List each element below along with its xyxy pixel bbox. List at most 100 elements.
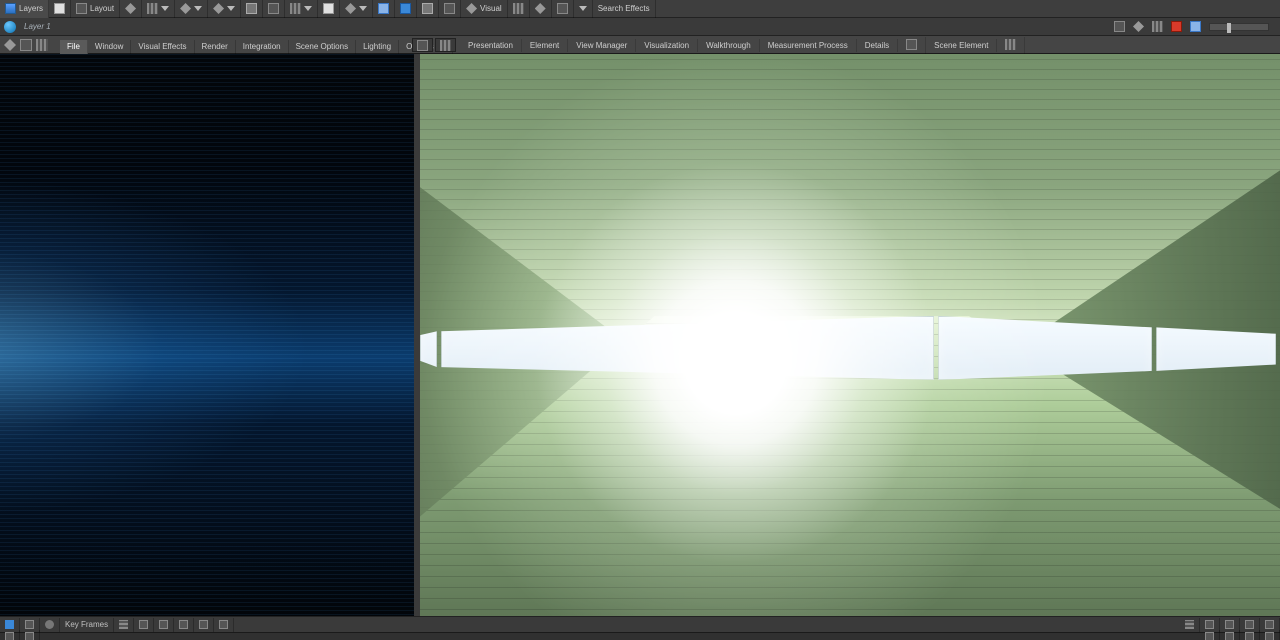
panel-tab-walkthrough[interactable]: Walkthrough: [698, 39, 760, 52]
toolbar-btn-8[interactable]: [263, 0, 285, 18]
box-icon: [1225, 632, 1234, 640]
panel-tab-blank[interactable]: [898, 37, 926, 54]
viewport-left[interactable]: [0, 54, 416, 616]
toolbar-btn-10[interactable]: [318, 0, 340, 18]
viewport-toggle-a[interactable]: [412, 38, 433, 52]
status-btn-8[interactable]: [194, 618, 214, 632]
status2-r2[interactable]: [1240, 630, 1260, 640]
panel-tab-label: Measurement Process: [768, 41, 848, 50]
toolbar-btn-visual[interactable]: Visual: [461, 0, 508, 18]
box-icon: [76, 3, 87, 14]
box-icon: [1225, 620, 1234, 629]
tab-integration[interactable]: Integration: [236, 40, 289, 54]
toolbar-btn-15[interactable]: [439, 0, 461, 18]
page-icon: [323, 3, 334, 14]
chevron-down-icon: [194, 6, 202, 11]
status-btn-4[interactable]: [114, 618, 134, 632]
viewport-toggle-b[interactable]: [435, 38, 456, 52]
toolbar-label: Layers: [19, 4, 43, 13]
status2-r1[interactable]: [1220, 630, 1240, 640]
render-preview: [416, 54, 1280, 616]
status2-1[interactable]: [20, 630, 40, 640]
panel-tabs: Presentation Element View Manager Visual…: [460, 36, 1025, 54]
viewport-right[interactable]: [416, 54, 1280, 616]
toolbar-btn-layout[interactable]: Layout: [71, 0, 120, 18]
diamond-icon: [213, 3, 224, 14]
panel-tab-visualization[interactable]: Visualization: [636, 39, 698, 52]
move-icon[interactable]: [4, 39, 16, 51]
toolbar-btn-4[interactable]: [142, 0, 175, 18]
toolbar-btn-12[interactable]: [373, 0, 395, 18]
toolbar-search[interactable]: Search Effects: [593, 0, 656, 18]
status2-r0[interactable]: [1200, 630, 1220, 640]
toolbar-btn-layers[interactable]: Layers: [0, 0, 49, 18]
status-keyframes[interactable]: Key Frames: [60, 618, 114, 632]
toolbar-btn-6[interactable]: [208, 0, 241, 18]
tray-btn-2[interactable]: [1149, 19, 1166, 35]
cube-icon[interactable]: [20, 39, 32, 51]
status-btn-5[interactable]: [134, 618, 154, 632]
tab-file[interactable]: File: [60, 40, 88, 54]
toolbar-btn-new[interactable]: [49, 0, 71, 18]
tab-visual-effects[interactable]: Visual Effects: [131, 40, 194, 54]
toolbar-btn-7[interactable]: [241, 0, 263, 18]
chevron-down-icon: [227, 6, 235, 11]
app-icon: [4, 21, 16, 33]
tray-btn-1[interactable]: [1130, 19, 1147, 35]
box-icon: [1265, 632, 1274, 640]
record-icon: [1171, 21, 1182, 32]
tray-btn-0[interactable]: [1111, 19, 1128, 35]
status-btn-2[interactable]: [40, 618, 60, 632]
select-icon: [1190, 21, 1201, 32]
panel-tab-scene-element[interactable]: Scene Element: [926, 39, 997, 52]
tab-label: Window: [95, 42, 123, 51]
box-icon: [5, 632, 14, 640]
panel-tab-details[interactable]: Details: [857, 39, 898, 52]
grid-icon: [1005, 39, 1016, 50]
viewport-splitter[interactable]: [416, 54, 420, 616]
tray-btn-rec[interactable]: [1168, 19, 1185, 35]
tray-btn-4[interactable]: [1187, 19, 1204, 35]
box-icon: [25, 620, 34, 629]
toolbar-btn-17[interactable]: [508, 0, 530, 18]
tab-scene-options[interactable]: Scene Options: [289, 40, 356, 54]
tab-lighting[interactable]: Lighting: [356, 40, 399, 54]
status2-r3[interactable]: [1260, 630, 1280, 640]
tab-row: File Window Visual Effects Render Integr…: [0, 36, 1280, 54]
status-btn-9[interactable]: [214, 618, 234, 632]
box-icon: [25, 632, 34, 640]
box-icon: [1205, 632, 1214, 640]
toolbar-btn-13[interactable]: [395, 0, 417, 18]
box-icon: [1205, 620, 1214, 629]
layers-icon: [5, 3, 16, 14]
tab-render[interactable]: Render: [195, 40, 236, 54]
toolbar-btn-3[interactable]: [120, 0, 142, 18]
status2-0[interactable]: [0, 630, 20, 640]
panel-tab-extra[interactable]: [997, 37, 1025, 54]
toolbar-btn-19[interactable]: [552, 0, 574, 18]
status-right-0[interactable]: [1180, 618, 1200, 632]
toolbar-btn-18[interactable]: [530, 0, 552, 18]
toolbar-btn-14[interactable]: [417, 0, 439, 18]
tray-slider[interactable]: [1206, 19, 1272, 35]
toolbar-label: Layout: [90, 4, 114, 13]
toolbar-btn-20[interactable]: [574, 0, 593, 18]
panel-tab-element[interactable]: Element: [522, 39, 568, 52]
status-bar: Key Frames: [0, 616, 1280, 632]
tab-label: Integration: [243, 42, 281, 51]
status-btn-7[interactable]: [174, 618, 194, 632]
grid-icon: [290, 3, 301, 14]
panel-tab-view-manager[interactable]: View Manager: [568, 39, 636, 52]
tab-window[interactable]: Window: [88, 40, 131, 54]
zoom-slider[interactable]: [1209, 23, 1269, 31]
tab-label: Scene Options: [296, 42, 348, 51]
diamond-icon: [1133, 21, 1144, 32]
panel-tab-presentation[interactable]: Presentation: [460, 39, 522, 52]
toolbar-btn-5[interactable]: [175, 0, 208, 18]
panel-tab-measurement[interactable]: Measurement Process: [760, 39, 857, 52]
toolbar-btn-9[interactable]: [285, 0, 318, 18]
status-btn-6[interactable]: [154, 618, 174, 632]
snap-icon[interactable]: [36, 39, 48, 51]
toolbar-btn-11[interactable]: [340, 0, 373, 18]
box-icon: [1265, 620, 1274, 629]
